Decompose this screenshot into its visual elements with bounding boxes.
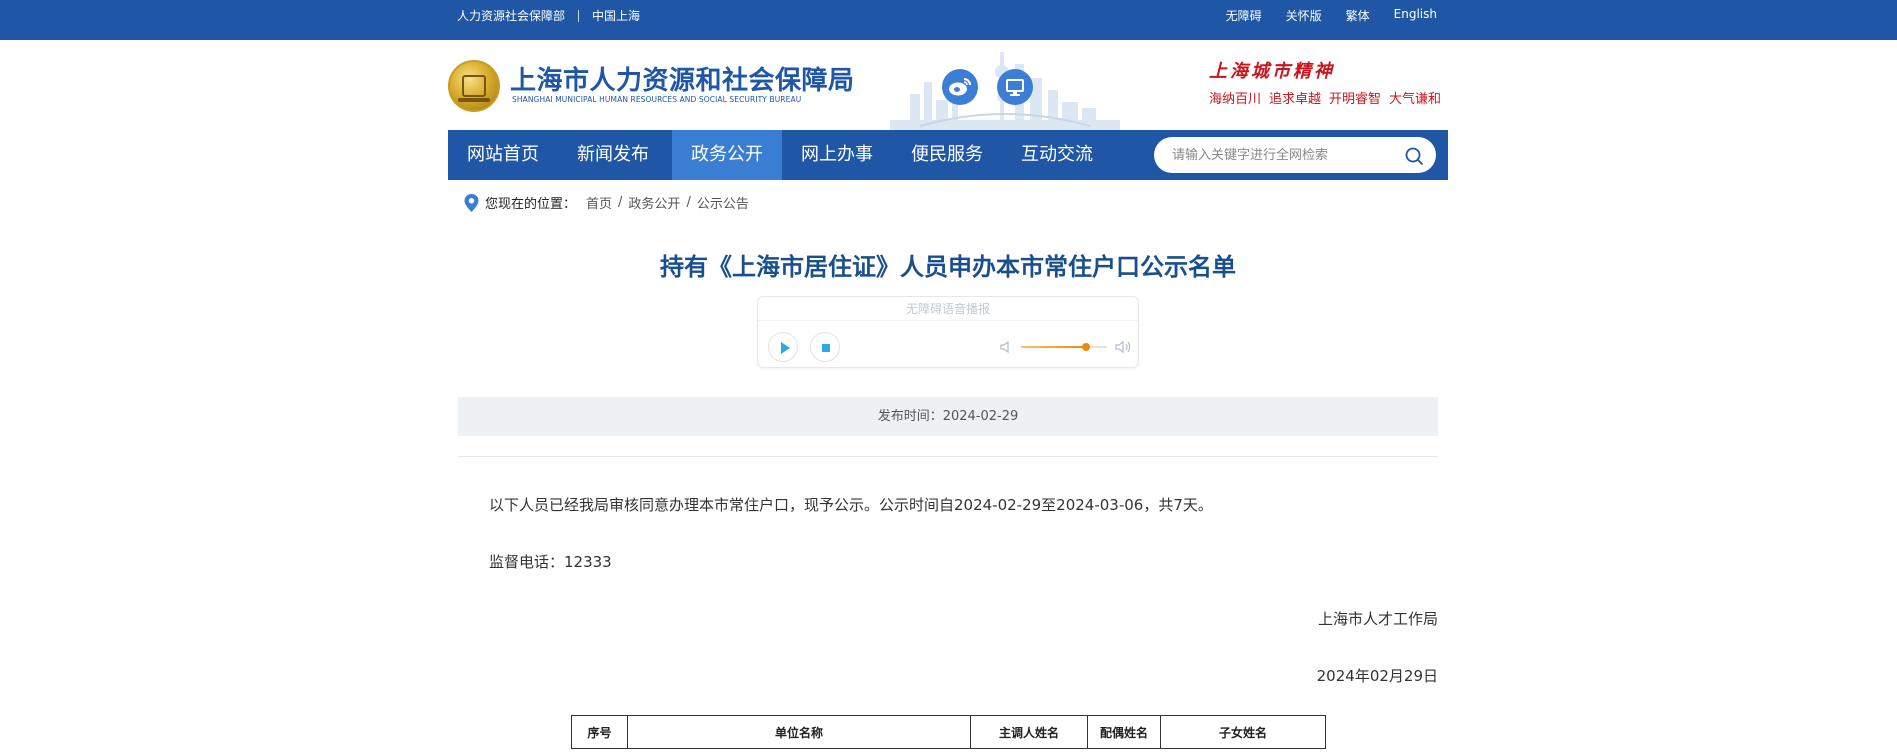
spirit-word: 开明睿智 bbox=[1329, 92, 1382, 107]
monitor-icon[interactable] bbox=[997, 69, 1033, 105]
nav-online-services[interactable]: 网上办事 bbox=[782, 130, 892, 180]
search-input[interactable] bbox=[1172, 137, 1392, 173]
supervision-phone: 监督电话：12333 bbox=[489, 553, 612, 571]
signature-bureau: 上海市人才工作局 bbox=[1317, 610, 1438, 628]
top-right-links: 无障碍 关怀版 繁体 English bbox=[1226, 7, 1437, 24]
table-header-row: 序号 单位名称 主调人姓名 配偶姓名 子女姓名 bbox=[571, 715, 1326, 749]
link-care-mode[interactable]: 关怀版 bbox=[1286, 7, 1322, 24]
table-header-cell: 子女姓名 bbox=[1160, 715, 1326, 749]
article-paragraph: 以下人员已经我局审核同意办理本市常住户口，现予公示。公示时间自2024-02-2… bbox=[489, 496, 1213, 514]
publish-info: 发布时间：2024-02-29 bbox=[458, 397, 1438, 436]
volume-knob[interactable] bbox=[1081, 343, 1090, 351]
volume-high-icon[interactable] bbox=[1114, 339, 1132, 355]
nav-interaction[interactable]: 互动交流 bbox=[1002, 130, 1112, 180]
spirit-word: 大气谦和 bbox=[1389, 92, 1442, 107]
divider bbox=[578, 9, 580, 22]
breadcrumb-separator: / bbox=[686, 195, 691, 210]
signature-date: 2024年02月29日 bbox=[1316, 667, 1438, 685]
breadcrumb-government-affairs[interactable]: 政务公开 bbox=[628, 193, 680, 212]
audio-player: 无障碍语音播报 bbox=[757, 296, 1139, 368]
link-mohrss[interactable]: 人力资源社会保障部 bbox=[457, 7, 565, 24]
city-spirit-words: 海纳百川 追求卓越 开明睿智 大气谦和 bbox=[1209, 88, 1441, 107]
stop-button[interactable] bbox=[810, 332, 840, 362]
link-accessibility[interactable]: 无障碍 bbox=[1226, 7, 1262, 24]
link-english[interactable]: English bbox=[1394, 7, 1437, 24]
breadcrumb-home[interactable]: 首页 bbox=[586, 193, 612, 212]
play-icon bbox=[781, 342, 790, 354]
weibo-icon[interactable] bbox=[942, 69, 978, 105]
table-header-cell: 序号 bbox=[571, 715, 628, 749]
main-nav: 网站首页 新闻发布 政务公开 网上办事 便民服务 互动交流 bbox=[448, 130, 1448, 180]
play-button[interactable] bbox=[768, 332, 798, 362]
emblem-gate-shape bbox=[462, 75, 486, 97]
emblem-base-shape bbox=[458, 98, 490, 102]
content-divider bbox=[458, 456, 1438, 457]
table-header-cell: 主调人姓名 bbox=[970, 715, 1088, 749]
site-name[interactable]: 上海市人力资源和社会保障局 bbox=[510, 60, 855, 97]
nav-home[interactable]: 网站首页 bbox=[448, 130, 558, 180]
article-title: 持有《上海市居住证》人员申办本市常住户口公示名单 bbox=[660, 253, 1236, 281]
link-traditional-chinese[interactable]: 繁体 bbox=[1346, 7, 1370, 24]
player-title: 无障碍语音播报 bbox=[758, 297, 1138, 321]
nav-government-affairs[interactable]: 政务公开 bbox=[672, 130, 782, 180]
breadcrumb-announcements[interactable]: 公示公告 bbox=[697, 193, 749, 212]
spirit-word: 海纳百川 bbox=[1209, 92, 1262, 107]
nav-public-services[interactable]: 便民服务 bbox=[892, 130, 1002, 180]
volume-fill bbox=[1021, 346, 1086, 348]
site-name-english: SHANGHAI MUNICIPAL HUMAN RESOURCES AND S… bbox=[512, 95, 802, 104]
link-china-shanghai[interactable]: 中国上海 bbox=[592, 7, 640, 24]
top-left-links: 人力资源社会保障部 中国上海 bbox=[457, 7, 640, 24]
nav-news[interactable]: 新闻发布 bbox=[558, 130, 668, 180]
breadcrumb-separator: / bbox=[618, 195, 623, 210]
breadcrumb-label: 您现在的位置： bbox=[485, 197, 577, 212]
search-box bbox=[1154, 137, 1436, 173]
city-spirit-title: 上海城市精神 bbox=[1209, 61, 1335, 82]
location-pin-icon bbox=[464, 193, 479, 212]
table-header-cell: 单位名称 bbox=[627, 715, 971, 749]
breadcrumb: 您现在的位置： 首页 / 政务公开 / 公示公告 bbox=[464, 193, 749, 212]
publicity-table: 序号 单位名称 主调人姓名 配偶姓名 子女姓名 bbox=[571, 715, 1326, 749]
emblem-logo[interactable] bbox=[448, 60, 500, 112]
spirit-word: 追求卓越 bbox=[1269, 92, 1322, 107]
top-bar: 人力资源社会保障部 中国上海 无障碍 关怀版 繁体 English bbox=[0, 0, 1897, 40]
volume-low-icon[interactable] bbox=[998, 339, 1014, 355]
search-icon[interactable] bbox=[1404, 146, 1424, 166]
table-header-cell: 配偶姓名 bbox=[1087, 715, 1161, 749]
volume-slider[interactable] bbox=[1021, 343, 1107, 351]
stop-icon bbox=[822, 344, 830, 352]
